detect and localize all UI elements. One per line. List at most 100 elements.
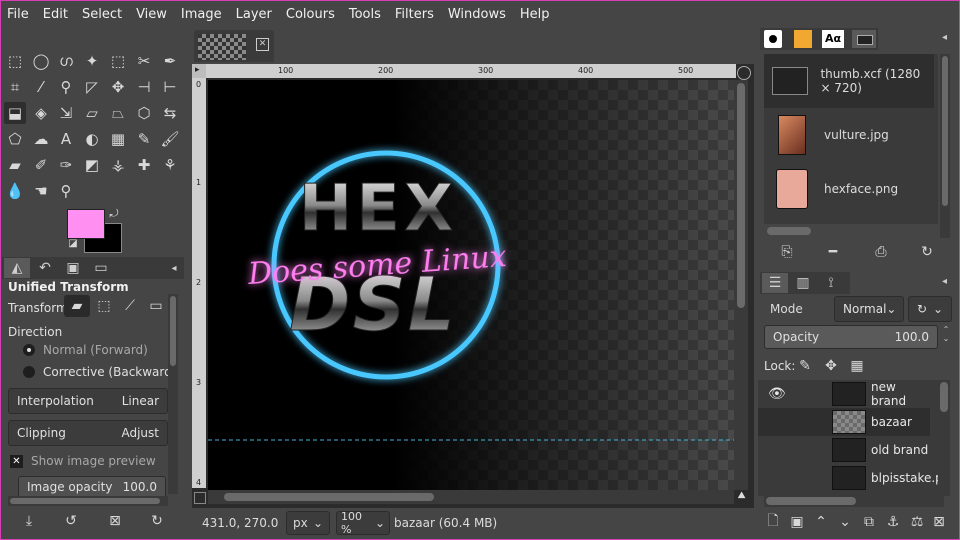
bucket-fill-tool-icon[interactable]: ◐ <box>81 128 103 150</box>
unified-transform-tool-icon[interactable]: ⬓ <box>4 102 26 124</box>
refresh-images-icon[interactable]: ↻ <box>914 241 940 263</box>
navigate-icon[interactable]: ⯅ <box>736 488 747 504</box>
menu-colours[interactable]: Colours <box>279 7 342 22</box>
foreground-color-swatch[interactable] <box>67 209 105 239</box>
composite-mode-select[interactable]: ↻ ⌄ <box>908 296 952 322</box>
images-hscrollbar[interactable] <box>764 224 938 238</box>
measure-tool-icon[interactable]: ◸ <box>81 76 103 98</box>
layer-row[interactable]: bazaar <box>758 408 930 436</box>
canvas-vscrollbar[interactable] <box>734 80 748 490</box>
layer-row[interactable]: blpisstake.p <box>758 464 943 492</box>
rotate-tool-icon[interactable]: ◈ <box>30 102 52 124</box>
save-options-icon[interactable]: ⤓ <box>16 510 42 532</box>
direction-normal-radio[interactable] <box>23 344 35 356</box>
default-colors-icon[interactable]: ◪ <box>66 236 80 250</box>
align-distribute-tool-icon[interactable]: ⊢ <box>159 76 181 98</box>
opacity-spinner[interactable]: ⌃ ⌄ <box>940 325 952 349</box>
free-select-tool-icon[interactable]: ഗ <box>55 50 77 72</box>
duplicate-layer-icon[interactable]: ⧉ <box>858 511 880 533</box>
rect-select-tool-icon[interactable]: ⬚ <box>4 50 26 72</box>
clone-tool-icon[interactable]: ⚶ <box>107 154 129 176</box>
dodge-burn-tool-icon[interactable]: ⚲ <box>55 180 77 202</box>
align-tool-icon[interactable]: ⊣ <box>133 76 155 98</box>
tool-options-scrollbar[interactable] <box>168 294 178 494</box>
ellipse-select-tool-icon[interactable]: ◯ <box>30 50 52 72</box>
menu-tools[interactable]: Tools <box>342 7 388 22</box>
clipping-combo[interactable]: Clipping Adjust <box>8 420 168 446</box>
zoom-tool-icon[interactable]: ⚲ <box>55 76 77 98</box>
layer-row[interactable]: old brand <box>758 436 930 464</box>
canvas-vscroll-thumb[interactable] <box>737 83 745 308</box>
quick-mask-toggle-icon[interactable] <box>194 492 206 504</box>
new-layer-icon[interactable]: 🗋 <box>762 511 784 533</box>
heal-tool-icon[interactable]: ✚ <box>133 154 155 176</box>
perspective-clone-tool-icon[interactable]: ⚘ <box>159 154 181 176</box>
transform-path-icon[interactable]: ⟋ <box>117 295 143 317</box>
lock-position-icon[interactable]: ✥ <box>818 355 844 377</box>
paths-tool-icon[interactable]: ✒ <box>159 50 181 72</box>
image-canvas[interactable]: HEX DSL Does some Linux <box>208 80 734 490</box>
menu-windows[interactable]: Windows <box>441 7 513 22</box>
menu-image[interactable]: Image <box>174 7 229 22</box>
zoom-on-resize-icon[interactable] <box>737 66 751 80</box>
menu-file[interactable]: File <box>0 7 36 22</box>
raise-image-icon[interactable]: ⎘ <box>774 241 800 263</box>
images-tab-icon[interactable] <box>852 30 876 48</box>
color-picker-tool-icon[interactable]: ⁄ <box>30 76 52 98</box>
blur-tool-icon[interactable]: 💧 <box>4 180 26 202</box>
swap-colors-icon[interactable]: ⤾ <box>106 206 122 222</box>
dock-menu-icon[interactable]: ◂ <box>942 32 947 43</box>
interpolation-combo[interactable]: Interpolation Linear <box>8 388 168 414</box>
direction-corrective-radio[interactable] <box>23 366 35 378</box>
crop-tool-icon[interactable]: ⌗ <box>4 76 26 98</box>
mypaint-brush-tool-icon[interactable]: ◩ <box>81 154 103 176</box>
channels-tab-icon[interactable]: ▥ <box>790 273 816 293</box>
scale-tool-icon[interactable]: ⇲ <box>55 102 77 124</box>
tool-options-hscrollbar[interactable] <box>8 496 168 506</box>
dock-menu-icon[interactable]: ◂ <box>942 276 947 287</box>
images-vscrollbar[interactable] <box>940 54 950 238</box>
ink-tool-icon[interactable]: ✑ <box>55 154 77 176</box>
flip-tool-icon[interactable]: ⇆ <box>159 102 181 124</box>
transform-image-icon[interactable]: ▭ <box>143 295 169 317</box>
image-opacity-slider[interactable]: Image opacity 100.0 <box>18 476 166 498</box>
reset-options-icon[interactable]: ↻ <box>144 510 170 532</box>
new-layer-group-icon[interactable]: ▣ <box>786 511 808 533</box>
eye-icon[interactable]: 👁 <box>768 386 786 402</box>
shear-tool-icon[interactable]: ▱ <box>81 102 103 124</box>
zoom-select[interactable]: 100 % ⌄ <box>336 510 390 536</box>
gradient-tool-icon[interactable]: ▦ <box>107 128 129 150</box>
opacity-slider[interactable]: Opacity 100.0 <box>764 325 938 349</box>
pencil-tool-icon[interactable]: ✎ <box>133 128 155 150</box>
image-list-item[interactable]: thumb.xcf (1280 × 720) <box>764 54 934 108</box>
menu-edit[interactable]: Edit <box>36 7 75 22</box>
menu-help[interactable]: Help <box>513 7 557 22</box>
restore-options-icon[interactable]: ↺ <box>58 510 84 532</box>
cage-transform-tool-icon[interactable]: ⬠ <box>4 128 26 150</box>
delete-layer-icon[interactable]: ⊠ <box>928 511 950 533</box>
fonts-tab-icon[interactable]: Aα <box>822 30 844 48</box>
mode-select[interactable]: Normal ⌄ <box>834 296 904 322</box>
brushes-tab-icon[interactable] <box>764 30 782 48</box>
undo-history-tab-icon[interactable]: ↶ <box>32 258 58 278</box>
show-preview-checkbox[interactable]: ✕ <box>10 455 23 468</box>
text-tool-icon[interactable]: A <box>55 128 77 150</box>
anchor-layer-icon[interactable]: ⚓ <box>882 511 904 533</box>
close-tab-icon[interactable]: ✕ <box>256 38 269 51</box>
image-list-item[interactable]: vulture.jpg <box>764 108 934 162</box>
menu-select[interactable]: Select <box>75 7 129 22</box>
eraser-tool-icon[interactable]: ▰ <box>4 154 26 176</box>
ruler-corner[interactable]: ▸ <box>192 64 206 78</box>
scissors-tool-icon[interactable]: ✂ <box>133 50 155 72</box>
perspective-tool-icon[interactable]: ⏢ <box>107 102 129 124</box>
ruler-left[interactable]: 0 1 2 3 4 <box>192 78 206 488</box>
raise-layer-icon[interactable]: ⌃ <box>810 511 832 533</box>
move-tool-icon[interactable]: ✥ <box>107 76 129 98</box>
menu-filters[interactable]: Filters <box>388 7 441 22</box>
mask-layer-icon[interactable]: ⚖ <box>906 511 928 533</box>
menu-view[interactable]: View <box>129 7 174 22</box>
transform-layer-icon[interactable]: ▰ <box>64 295 90 317</box>
lower-layer-icon[interactable]: ⌄ <box>834 511 856 533</box>
ruler-top[interactable]: 100 200 300 400 500 <box>206 64 736 78</box>
brushes-tab-icon[interactable]: ▣ <box>60 258 86 278</box>
